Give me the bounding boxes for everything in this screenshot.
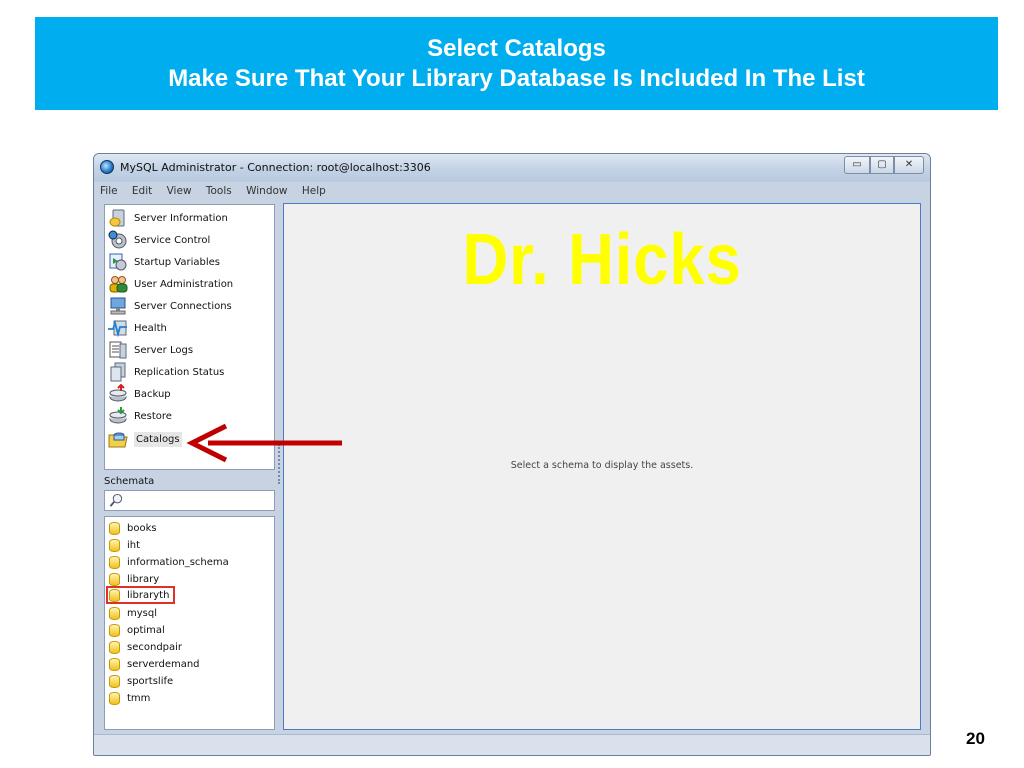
server-connections-icon — [110, 297, 126, 315]
menu-view[interactable]: View — [167, 183, 192, 199]
menu-tools[interactable]: Tools — [206, 183, 232, 199]
schema-item-iht[interactable]: iht — [109, 537, 140, 553]
catalogs-icon — [108, 432, 128, 448]
search-icon — [109, 493, 123, 507]
annotation-arrow-icon — [186, 423, 342, 463]
menu-edit[interactable]: Edit — [132, 183, 152, 199]
menu-file[interactable]: File — [100, 183, 118, 199]
backup-icon — [109, 384, 127, 402]
database-icon — [109, 572, 120, 586]
health-icon — [108, 319, 127, 338]
slide-title: Select Catalogs — [427, 34, 606, 62]
schema-item-sportslife[interactable]: sportslife — [109, 673, 173, 689]
database-icon — [109, 588, 120, 602]
sidebar-item-startup-variables[interactable]: Startup Variables — [108, 252, 268, 272]
schemata-search-input[interactable] — [104, 490, 275, 511]
restore-icon — [109, 407, 127, 424]
schema-item-mysql[interactable]: mysql — [109, 605, 157, 621]
slide-subtitle: Make Sure That Your Library Database Is … — [168, 64, 865, 92]
user-admin-icon — [109, 276, 128, 293]
sidebar-item-backup[interactable]: Backup — [108, 384, 268, 404]
schema-item-tmm[interactable]: tmm — [109, 690, 150, 706]
database-icon — [109, 640, 120, 654]
sidebar-item-server-logs[interactable]: Server Logs — [108, 340, 268, 360]
schema-item-libraryth[interactable]: libraryth — [106, 586, 176, 604]
status-bar — [94, 734, 930, 755]
server-info-icon — [109, 209, 125, 227]
menu-bar: File Edit View Tools Window Help — [98, 183, 924, 199]
schema-item-serverdemand[interactable]: serverdemand — [109, 656, 200, 672]
slide-page-number: 20 — [966, 729, 985, 748]
schemata-label: Schemata — [104, 476, 155, 487]
database-icon — [109, 538, 120, 552]
database-icon — [109, 555, 120, 569]
sidebar-item-service-control[interactable]: Service Control — [108, 230, 268, 250]
schema-item-secondpair[interactable]: secondpair — [109, 639, 182, 655]
sidebar-item-server-information[interactable]: Server Information — [108, 208, 268, 228]
schema-item-information-schema[interactable]: information_schema — [109, 554, 229, 570]
startup-variables-icon — [109, 253, 127, 271]
schema-item-optimal[interactable]: optimal — [109, 622, 165, 638]
watermark-text: Dr. Hicks — [462, 220, 742, 300]
minimize-button[interactable]: ▭ — [844, 156, 870, 174]
schema-item-books[interactable]: books — [109, 520, 157, 536]
sidebar-item-health[interactable]: Health — [108, 318, 268, 338]
slide-title-banner: Select Catalogs Make Sure That Your Libr… — [35, 17, 998, 110]
database-icon — [109, 623, 120, 637]
schema-list: books iht information_schema library lib… — [104, 516, 275, 730]
maximize-button[interactable]: ▢ — [870, 156, 894, 174]
close-button[interactable]: ✕ — [894, 156, 924, 174]
service-control-icon — [108, 230, 127, 249]
menu-help[interactable]: Help — [302, 183, 326, 199]
menu-window[interactable]: Window — [246, 183, 287, 199]
database-icon — [109, 521, 120, 535]
window-titlebar[interactable]: MySQL Administrator - Connection: root@l… — [94, 154, 930, 182]
database-icon — [109, 691, 120, 705]
schema-item-library[interactable]: library — [109, 571, 159, 587]
mysql-app-icon — [100, 160, 114, 174]
database-icon — [109, 606, 120, 620]
window-title: MySQL Administrator - Connection: root@l… — [120, 161, 431, 174]
sidebar-item-replication-status[interactable]: Replication Status — [108, 362, 268, 382]
database-icon — [109, 657, 120, 671]
sidebar-item-user-administration[interactable]: User Administration — [108, 274, 268, 294]
sidebar-item-server-connections[interactable]: Server Connections — [108, 296, 268, 316]
server-logs-icon — [109, 341, 127, 359]
empty-state-message: Select a schema to display the assets. — [510, 460, 694, 471]
database-icon — [109, 674, 120, 688]
replication-icon — [110, 362, 126, 382]
assets-panel: Dr. Hicks Select a schema to display the… — [283, 203, 921, 730]
